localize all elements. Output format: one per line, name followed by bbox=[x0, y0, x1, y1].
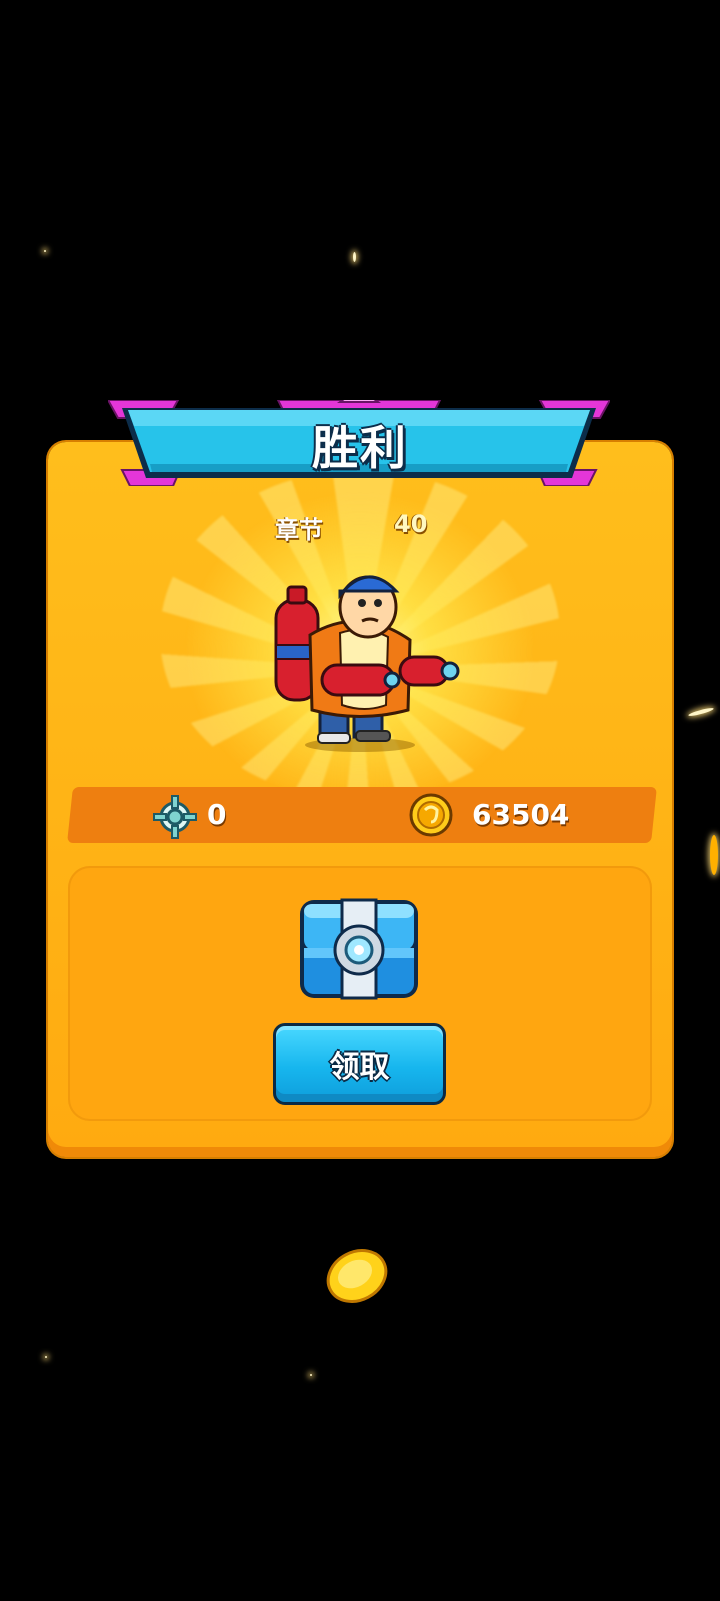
sparkle bbox=[710, 835, 718, 875]
falling-coin-icon bbox=[326, 1249, 388, 1303]
chapter-number: 40 bbox=[394, 510, 428, 538]
claim-button-label: 领取 bbox=[329, 1050, 390, 1085]
sparkle bbox=[310, 1374, 312, 1376]
coin-icon bbox=[409, 793, 453, 837]
sparkle bbox=[687, 706, 715, 718]
sparkle bbox=[353, 252, 356, 262]
chapter-label: 章节 bbox=[275, 516, 323, 544]
target-count: 0 bbox=[207, 798, 227, 831]
character-illustration bbox=[274, 575, 460, 752]
claim-button[interactable]: 领取 bbox=[273, 1023, 446, 1105]
coin-count: 63504 bbox=[472, 798, 570, 831]
sparkle bbox=[44, 250, 46, 252]
crosshair-icon bbox=[153, 795, 197, 839]
blue-chest-icon bbox=[300, 898, 418, 1000]
victory-title: 胜利 bbox=[312, 421, 408, 475]
sparkle bbox=[45, 1356, 47, 1358]
